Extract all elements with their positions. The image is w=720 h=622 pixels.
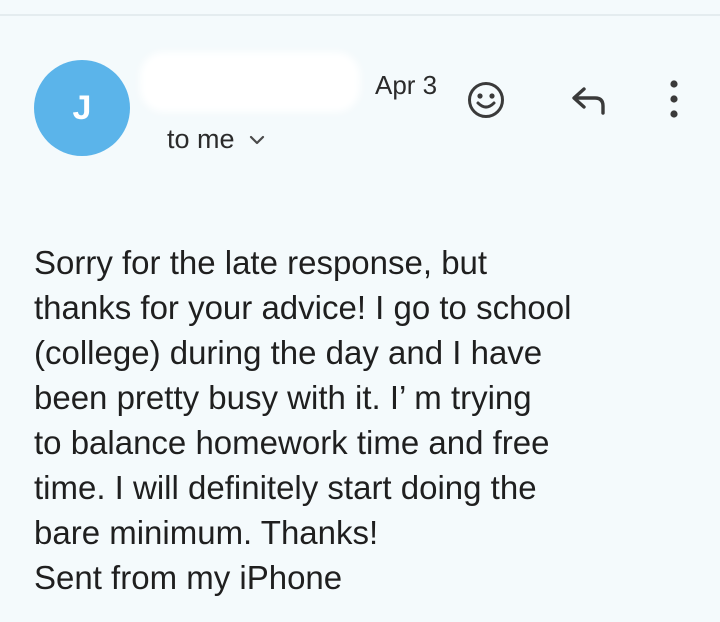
reply-arrow-icon[interactable]	[570, 84, 608, 116]
message-line: time. I will definitely start doing the	[34, 469, 537, 506]
smiley-face-icon[interactable]	[466, 80, 506, 120]
signature-line: Sent from my iPhone	[34, 559, 343, 596]
message-line: to balance homework time and free	[34, 424, 550, 461]
vertical-dots-icon[interactable]	[664, 78, 684, 120]
message-line: Sorry for the late response, but	[34, 244, 488, 281]
chevron-down-icon	[249, 135, 264, 144]
recipient-label: to me	[167, 124, 235, 154]
top-divider	[0, 14, 720, 16]
recipient-toggle[interactable]: to me	[167, 124, 265, 155]
message-body: Sorry for the late response, but thanks …	[34, 240, 714, 600]
message-line: thanks for your advice! I go to school	[34, 289, 572, 326]
message-line: (college) during the day and I have	[34, 334, 543, 371]
message-line: been pretty busy with it. I’ m trying	[34, 379, 532, 416]
message-date: Apr 3	[375, 70, 438, 100]
sender-name-redacted	[140, 52, 360, 112]
sender-avatar[interactable]: J	[34, 60, 130, 156]
avatar-letter: J	[72, 88, 92, 127]
message-line: bare minimum. Thanks!	[34, 514, 379, 551]
